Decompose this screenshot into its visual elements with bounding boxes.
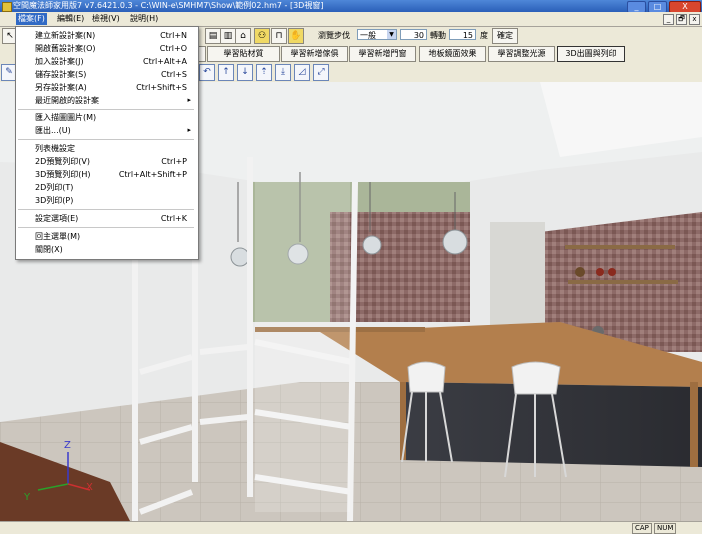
house-icon[interactable]: ⌂: [235, 28, 251, 44]
num-lock-indicator: NUM: [654, 523, 677, 534]
menu-item-export[interactable]: 匯出...(U) ▸: [16, 124, 196, 137]
degree-unit: 度: [480, 31, 488, 40]
learn-furniture-button[interactable]: 學習新增傢俱: [281, 46, 348, 62]
menu-item-save-as[interactable]: 另存設計案(A) Ctrl+Shift+S: [16, 81, 196, 94]
step-label: 瀏覽步伐: [318, 31, 350, 40]
step-select[interactable]: 一般 ▼: [357, 29, 397, 40]
menu-separator: [18, 109, 194, 110]
menu-separator: [18, 227, 194, 228]
learn-door-window-button[interactable]: 學習新增門窗: [349, 46, 416, 62]
menu-bar: 檔案(F) 編輯(E) 檢視(V) 說明(H) _ 🗗 x: [0, 12, 702, 27]
axis-x-label: X: [86, 482, 93, 493]
axis-y-label: Y: [23, 492, 31, 503]
step-select-value: 一般: [360, 31, 376, 40]
chevron-right-icon: ▸: [187, 126, 191, 134]
tilt-reset-icon[interactable]: ⤓: [275, 64, 291, 81]
save-icon[interactable]: ▤: [205, 28, 221, 44]
menu-item-3d-preview[interactable]: 3D預覽列印(H) Ctrl+Alt+Shift+P: [16, 168, 196, 181]
learn-button-partial[interactable]: [198, 46, 206, 62]
shelf-upper: [565, 245, 675, 249]
menu-item-open[interactable]: 開啟舊設計案(O) Ctrl+O: [16, 42, 196, 55]
learn-material-button[interactable]: 學習貼材質: [207, 46, 280, 62]
menu-view[interactable]: 檢視(V): [90, 13, 122, 25]
caps-lock-indicator: CAP: [632, 523, 652, 534]
menu-edit[interactable]: 編輯(E): [55, 13, 86, 25]
chevron-down-icon: ▼: [387, 30, 396, 39]
menu-help[interactable]: 說明(H): [128, 13, 160, 25]
tilt-up-icon[interactable]: ⇡: [256, 64, 272, 81]
menu-item-2d-print[interactable]: 2D列印(T): [16, 181, 196, 194]
status-bar: CAP NUM: [0, 521, 702, 534]
render-print-button[interactable]: 3D出圖與列印: [557, 46, 625, 62]
menu-item-close[interactable]: 關閉(X): [16, 243, 196, 256]
menu-item-recent[interactable]: 最近開啟的設計案 ▸: [16, 94, 196, 107]
mdi-restore-button[interactable]: 🗗: [676, 14, 687, 25]
menu-item-options[interactable]: 設定選項(E) Ctrl+K: [16, 212, 196, 225]
menu-separator: [18, 209, 194, 210]
menu-item-merge[interactable]: 加入設計案(J) Ctrl+Alt+A: [16, 55, 196, 68]
mdi-close-button[interactable]: x: [689, 14, 700, 25]
view-angle-icon[interactable]: ◿: [294, 64, 310, 81]
menu-separator: [18, 139, 194, 140]
menu-item-printer-setup[interactable]: 列表機設定: [16, 142, 196, 155]
menu-item-save[interactable]: 儲存設計案(S) Ctrl+S: [16, 68, 196, 81]
move-down-icon[interactable]: ↓: [237, 64, 253, 81]
print-icon[interactable]: ▥: [220, 28, 236, 44]
title-bar: 空間魔法師家用版7 v7.6421.0.3 - C:\WIN-e\SMHM7\S…: [0, 0, 702, 13]
axis-z-label: Z: [64, 440, 71, 451]
shelf-lower: [568, 280, 678, 284]
confirm-button[interactable]: 確定: [492, 28, 518, 44]
file-menu-dropdown: 建立新設計案(N) Ctrl+N 開啟舊設計案(O) Ctrl+O 加入設計案(J)…: [15, 26, 199, 260]
app-icon: [2, 2, 12, 12]
rotate-field[interactable]: 15: [449, 29, 476, 40]
distance-field[interactable]: 30: [400, 29, 427, 40]
learn-light-button[interactable]: 學習調整光源: [488, 46, 555, 62]
rotate-label: 轉動: [430, 31, 446, 40]
mdi-minimize-button[interactable]: _: [663, 14, 674, 25]
rotate-left-icon[interactable]: ↶: [199, 64, 215, 81]
menu-item-2d-preview[interactable]: 2D預覽列印(V) Ctrl+P: [16, 155, 196, 168]
menu-item-main-menu[interactable]: 回主選單(M): [16, 230, 196, 243]
door-icon[interactable]: ⊓: [271, 28, 287, 44]
chevron-right-icon: ▸: [187, 96, 191, 104]
walk-icon[interactable]: ⚇: [254, 28, 270, 44]
menu-item-3d-print[interactable]: 3D列印(P): [16, 194, 196, 207]
floor-mirror-button[interactable]: 地板鏡面效果: [419, 46, 486, 62]
menu-file[interactable]: 檔案(F): [16, 13, 47, 25]
menu-item-import-image[interactable]: 匯入描圖圖片(M): [16, 111, 196, 124]
view-flip-icon[interactable]: ⤢: [313, 64, 329, 81]
hand-icon[interactable]: ✋: [288, 28, 304, 44]
move-up-icon[interactable]: ↑: [218, 64, 234, 81]
window-title: 空間魔法師家用版7 v7.6421.0.3 - C:\WIN-e\SMHM7\S…: [13, 1, 324, 10]
menu-item-new[interactable]: 建立新設計案(N) Ctrl+N: [16, 29, 196, 42]
